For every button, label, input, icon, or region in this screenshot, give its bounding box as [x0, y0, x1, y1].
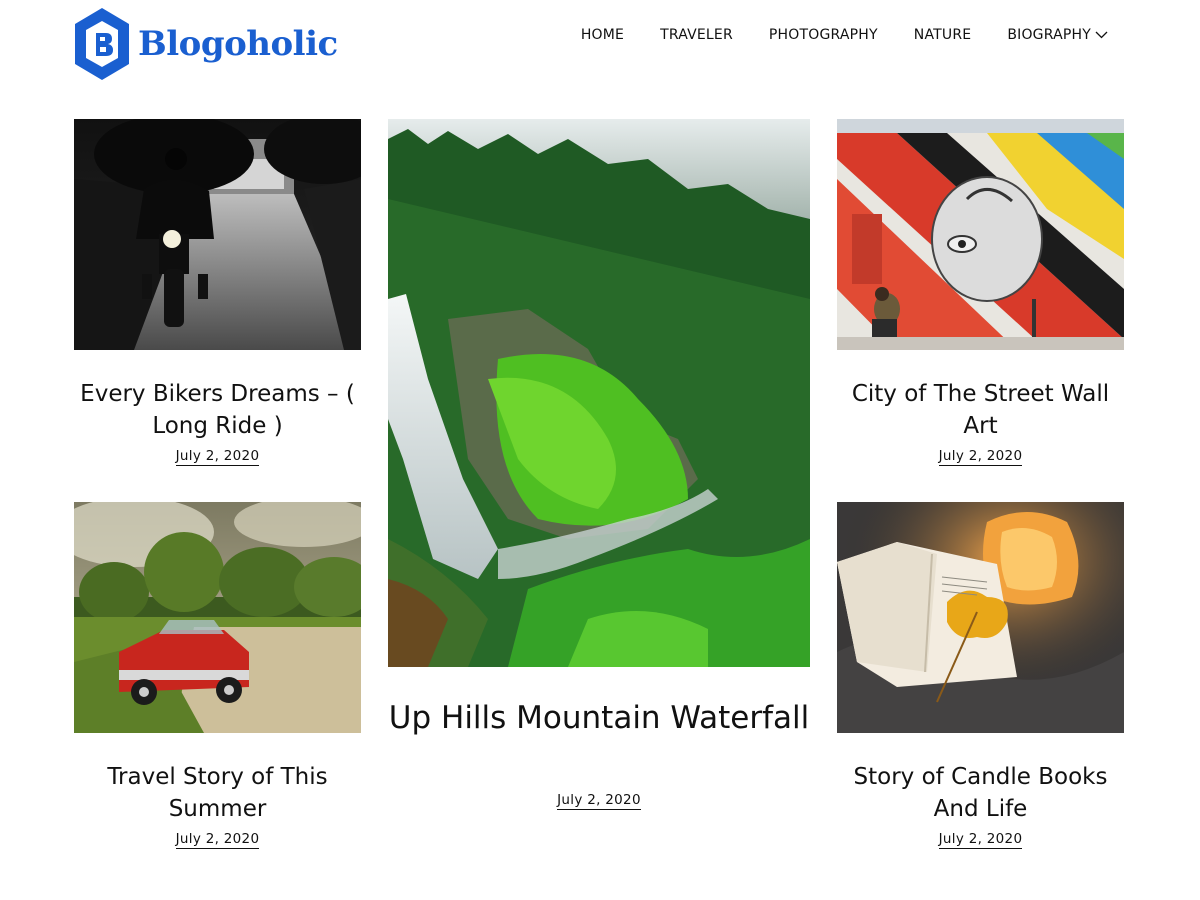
- book-candle-photo: [837, 502, 1124, 733]
- site-title: Blogoholic: [138, 24, 338, 64]
- site-logo[interactable]: Blogoholic: [74, 7, 338, 81]
- nav-item-label: HOME: [580, 27, 625, 43]
- post-date: July 2, 2020: [74, 831, 361, 849]
- main-nav: HOME TRAVELER PHOTOGRAPHY NATURE BIOGRAP…: [581, 27, 1108, 43]
- post-date: July 2, 2020: [74, 448, 361, 466]
- post-date-link[interactable]: July 2, 2020: [557, 792, 641, 810]
- nav-item-photography[interactable]: PHOTOGRAPHY: [769, 27, 878, 43]
- chevron-down-icon: [1095, 31, 1108, 39]
- post-date-link[interactable]: July 2, 2020: [938, 831, 1023, 849]
- post-date: July 2, 2020: [837, 448, 1124, 466]
- blogoholic-logo-icon: [75, 8, 129, 80]
- post-date: July 2, 2020: [388, 792, 810, 810]
- nav-item-label: BIOGRAPHY: [1007, 27, 1091, 43]
- post-date-link[interactable]: July 2, 2020: [175, 448, 260, 466]
- post-thumbnail-wall-art[interactable]: [837, 119, 1124, 350]
- nav-item-label: NATURE: [913, 27, 972, 43]
- post-title[interactable]: Story of Candle Books And Life: [837, 761, 1124, 825]
- street-art-photo: [837, 119, 1124, 350]
- post-thumbnail-biker[interactable]: [74, 119, 361, 350]
- nav-item-home[interactable]: HOME: [581, 27, 624, 43]
- nav-item-biography[interactable]: BIOGRAPHY: [1007, 27, 1108, 43]
- motorcycle-photo: [74, 119, 361, 350]
- waterfall-photo: [388, 119, 810, 667]
- post-date-link[interactable]: July 2, 2020: [938, 448, 1023, 466]
- post-thumbnail-red-car[interactable]: [74, 502, 361, 733]
- post-date: July 2, 2020: [837, 831, 1124, 849]
- nav-item-traveler[interactable]: TRAVELER: [660, 27, 733, 43]
- post-title[interactable]: Travel Story of This Summer: [74, 761, 361, 825]
- nav-item-label: PHOTOGRAPHY: [768, 27, 878, 43]
- nav-item-label: TRAVELER: [660, 27, 733, 43]
- post-thumbnail-waterfall[interactable]: [388, 119, 810, 667]
- post-thumbnail-candle-book[interactable]: [837, 502, 1124, 733]
- post-title[interactable]: Every Bikers Dreams – ( Long Ride ): [74, 378, 361, 442]
- post-title[interactable]: Up Hills Mountain Waterfall: [388, 696, 810, 741]
- nav-item-nature[interactable]: NATURE: [914, 27, 972, 43]
- post-title[interactable]: City of The Street Wall Art: [837, 378, 1124, 442]
- vintage-car-photo: [74, 502, 361, 733]
- post-date-link[interactable]: July 2, 2020: [175, 831, 260, 849]
